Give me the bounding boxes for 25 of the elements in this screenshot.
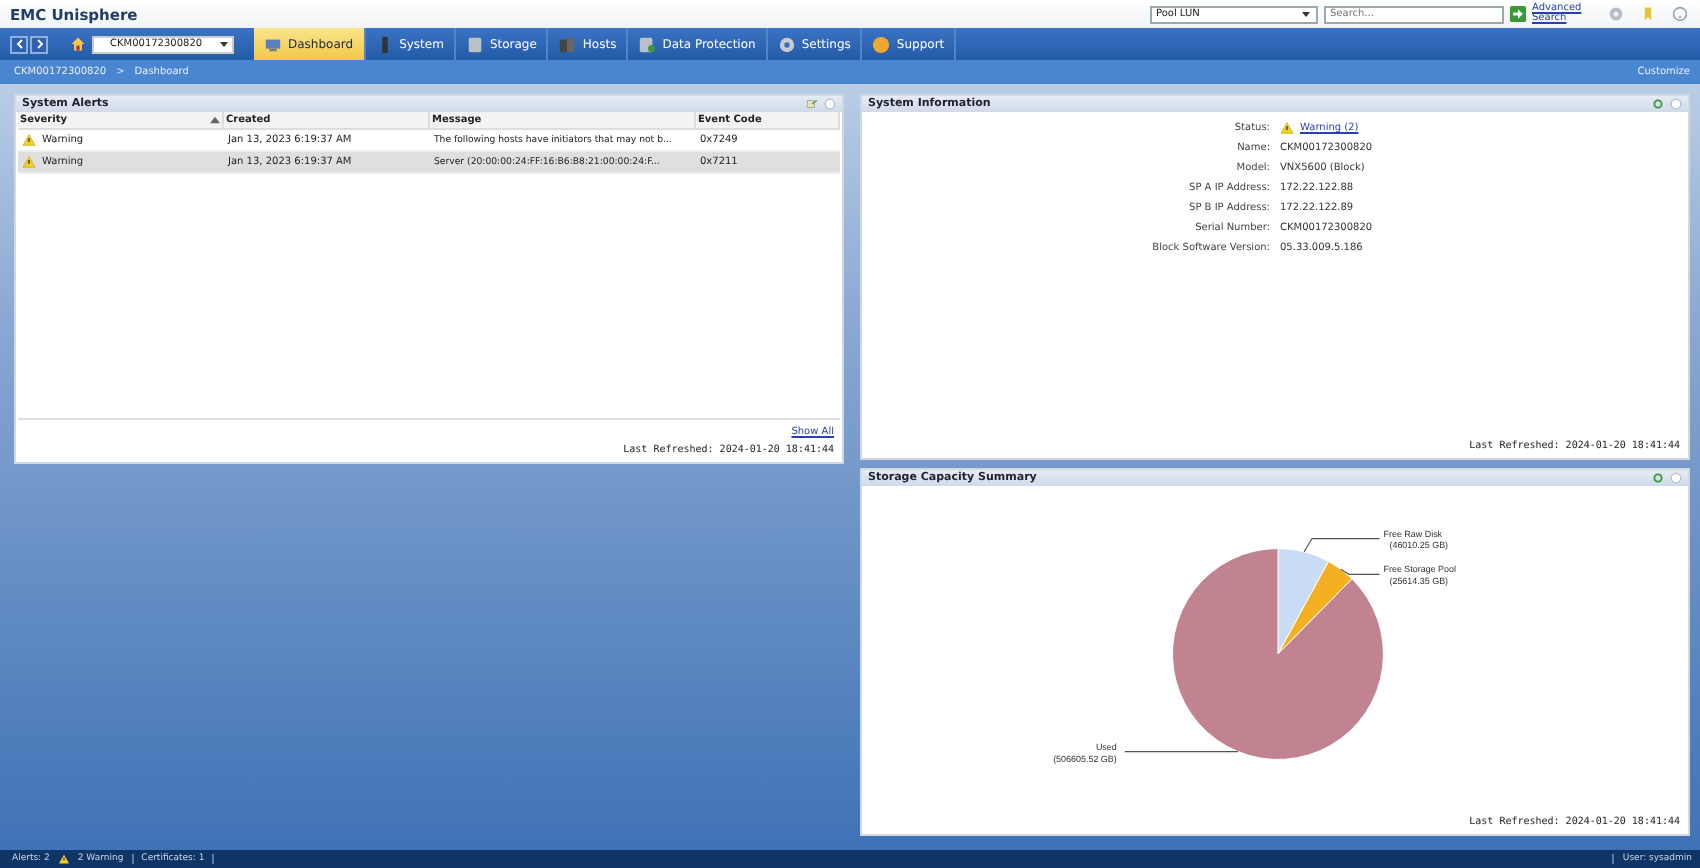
caret-icon (218, 38, 230, 50)
warning-icon (57, 854, 70, 864)
home-icon[interactable] (70, 36, 86, 52)
forward-button[interactable] (30, 35, 48, 53)
refresh-icon[interactable] (1652, 472, 1664, 484)
refresh-icon[interactable] (1652, 98, 1664, 110)
chevron-left-icon (13, 38, 25, 50)
leader-line (1124, 751, 1239, 753)
leader-line (1303, 537, 1381, 553)
caret-icon (1300, 8, 1312, 20)
back-button[interactable] (10, 35, 28, 53)
leader-line (1340, 568, 1381, 575)
server-icon (558, 35, 577, 53)
gear-icon (777, 35, 796, 53)
warning-icon (22, 134, 36, 146)
warning-icon (22, 156, 36, 168)
tag-icon[interactable] (1640, 6, 1656, 22)
warning-icon (1280, 122, 1294, 134)
monitor-icon (264, 35, 282, 53)
export-icon[interactable] (806, 98, 818, 110)
go-arrow-icon[interactable] (1510, 6, 1526, 22)
database-icon (638, 35, 657, 53)
chevron-right-icon (33, 38, 45, 50)
sort-icon (210, 116, 220, 124)
gear-icon[interactable] (1608, 6, 1624, 22)
